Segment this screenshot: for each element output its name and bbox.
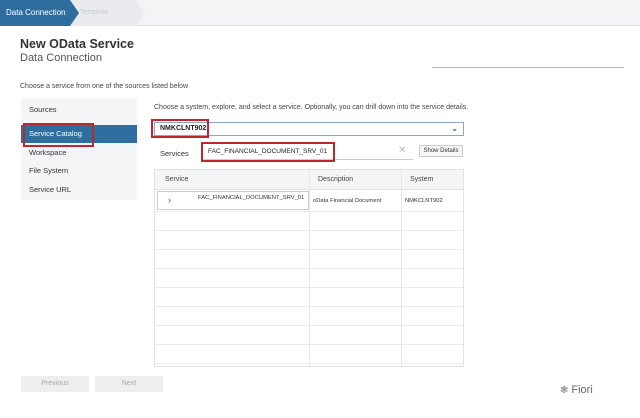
table-row-empty — [155, 212, 463, 231]
table-row-empty — [155, 269, 463, 288]
instruction-text: Choose a system, explore, and select a s… — [154, 104, 469, 111]
column-header-description[interactable]: Description — [318, 176, 353, 183]
column-header-system[interactable]: System — [410, 176, 433, 183]
next-button[interactable]: Next — [95, 376, 163, 392]
table-row-empty — [155, 288, 463, 307]
table-row-empty — [155, 231, 463, 250]
system-select[interactable]: NMKCLNT902 ⌄ — [154, 122, 464, 136]
source-item-file-system[interactable]: File System — [21, 162, 137, 180]
table-row-empty — [155, 250, 463, 269]
column-header-service[interactable]: Service — [165, 176, 188, 183]
services-label: Services — [160, 149, 189, 158]
source-item-service-url[interactable]: Service URL — [21, 181, 137, 199]
service-cell[interactable]: › FAC_FINANCIAL_DOCUMENT_SRV_01 — [157, 191, 309, 210]
source-item-service-catalog[interactable]: Service Catalog — [21, 125, 137, 143]
previous-button[interactable]: Previous — [21, 376, 89, 392]
table-row-empty — [155, 345, 463, 364]
watermark: ❃ Fiori — [560, 384, 593, 396]
chevron-down-icon[interactable]: ⌄ — [451, 123, 458, 135]
description-cell: oData Financial Document — [313, 198, 382, 204]
clear-icon[interactable]: ✕ — [398, 145, 406, 156]
watermark-text: Fiori — [571, 384, 593, 396]
sources-header: Sources — [29, 105, 57, 114]
service-name: FAC_FINANCIAL_DOCUMENT_SRV_01 — [198, 195, 305, 201]
wechat-icon: ❃ — [560, 385, 569, 396]
wizard-breadcrumb: Template Data Connection — [0, 0, 640, 26]
table-row[interactable]: › FAC_FINANCIAL_DOCUMENT_SRV_01 oData Fi… — [155, 190, 463, 212]
table-row-empty — [155, 326, 463, 345]
source-item-workspace[interactable]: Workspace — [21, 144, 137, 162]
show-details-button[interactable]: Show Details — [419, 145, 463, 157]
system-select-value: NMKCLNT902 — [160, 125, 207, 132]
services-search-input[interactable]: FAC_FINANCIAL_DOCUMENT_SRV_01 — [203, 144, 413, 160]
services-search-value: FAC_FINANCIAL_DOCUMENT_SRV_01 — [208, 148, 328, 155]
sources-panel: Sources Service Catalog Workspace File S… — [21, 98, 137, 200]
page-title: New OData Service — [20, 37, 134, 51]
table-row-empty — [155, 307, 463, 326]
intro-text: Choose a service from one of the sources… — [20, 83, 189, 90]
wizard-step-data-connection[interactable]: Data Connection — [0, 0, 79, 26]
title-divider — [432, 67, 624, 68]
chevron-right-icon[interactable]: › — [168, 195, 171, 205]
system-cell: NMKCLNT902 — [405, 198, 443, 204]
page-subtitle: Data Connection — [20, 52, 102, 64]
services-table: Service Description System › FAC_FINANCI… — [154, 169, 464, 367]
